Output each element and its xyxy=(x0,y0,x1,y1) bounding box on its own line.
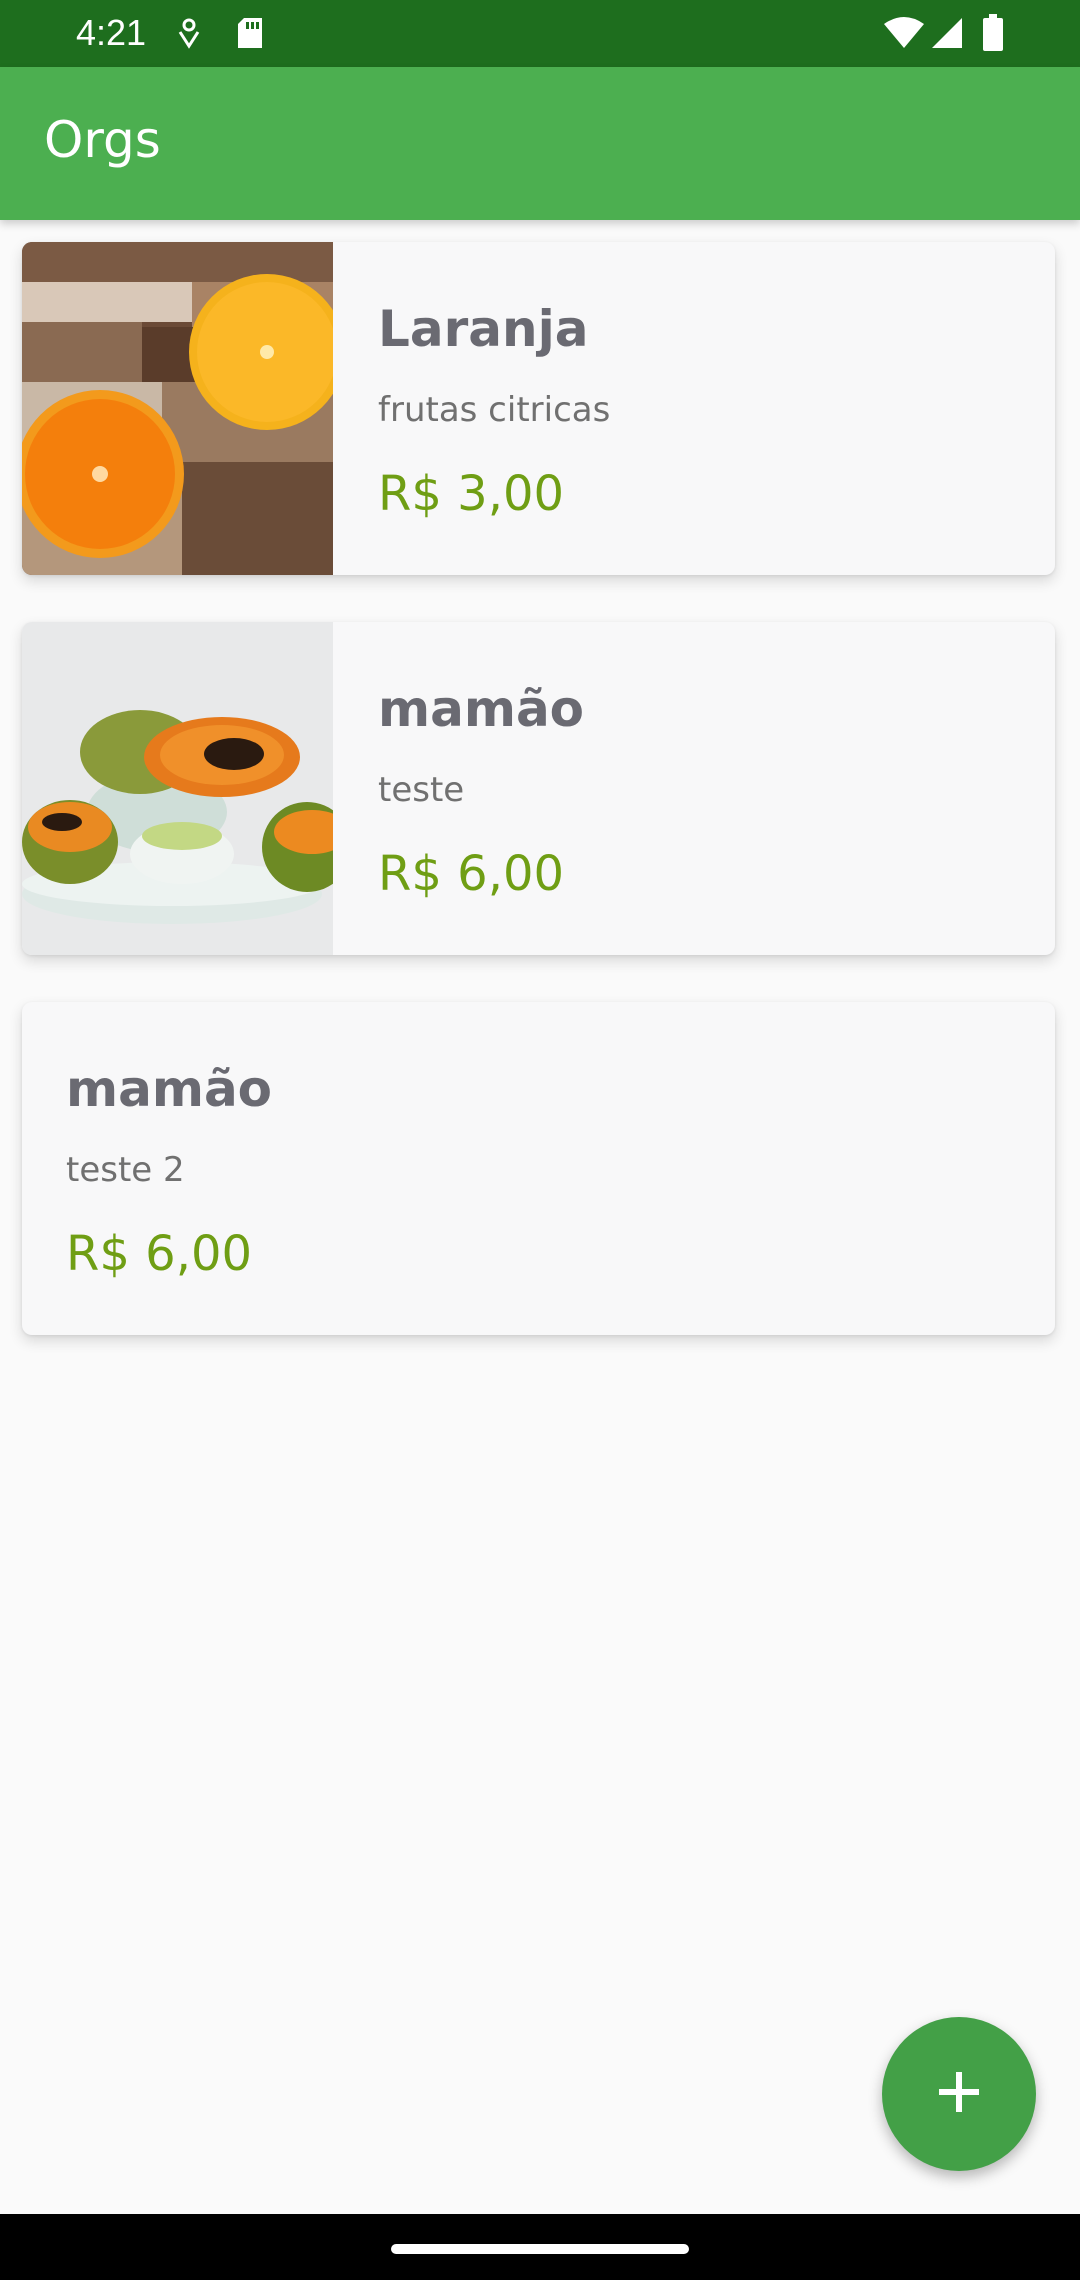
status-bar: 4:21 xyxy=(0,0,1080,67)
signal-icon xyxy=(930,16,964,54)
plus-icon xyxy=(937,2070,981,2118)
product-description: teste xyxy=(378,770,465,810)
notification-icon xyxy=(174,16,204,54)
app-title: Orgs xyxy=(44,111,161,169)
product-description: frutas citricas xyxy=(378,390,611,430)
home-gesture-handle[interactable] xyxy=(391,2244,689,2254)
product-card[interactable]: mamão teste R$ 6,00 xyxy=(22,622,1055,955)
product-price: R$ 6,00 xyxy=(66,1226,253,1282)
product-name: mamão xyxy=(66,1060,273,1118)
sd-card-icon xyxy=(236,16,264,54)
product-name: Laranja xyxy=(378,300,589,358)
product-image-papaya xyxy=(22,622,333,955)
product-card[interactable]: mamão teste 2 R$ 6,00 xyxy=(22,1002,1055,1335)
navigation-bar xyxy=(0,2214,1080,2280)
add-product-button[interactable] xyxy=(882,2017,1036,2171)
battery-icon xyxy=(982,14,1004,56)
product-card[interactable]: Laranja frutas citricas R$ 3,00 xyxy=(22,242,1055,575)
wifi-icon xyxy=(884,16,924,54)
app-bar: Orgs xyxy=(0,67,1080,220)
product-name: mamão xyxy=(378,680,585,738)
status-time: 4:21 xyxy=(76,12,147,53)
product-price: R$ 6,00 xyxy=(378,846,565,902)
product-description: teste 2 xyxy=(66,1150,185,1190)
product-image-oranges xyxy=(22,242,333,575)
product-price: R$ 3,00 xyxy=(378,466,565,522)
